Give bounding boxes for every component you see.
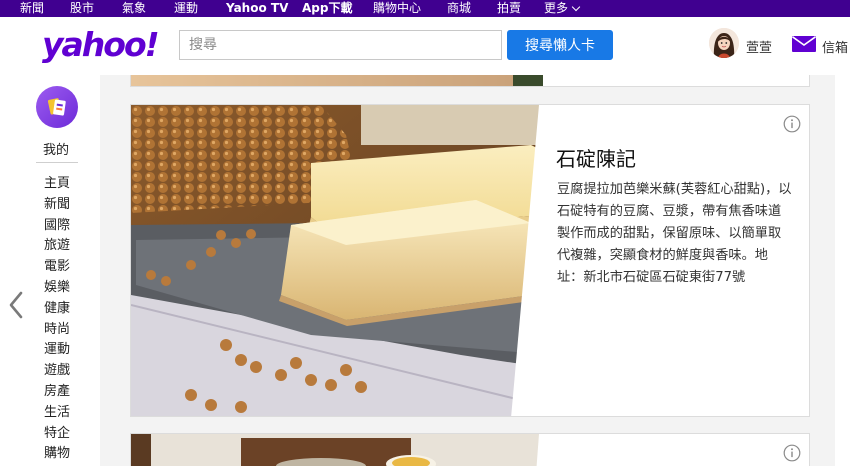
avatar-illustration-icon [709, 28, 739, 58]
nav-item-shopping-center[interactable]: 購物中心 [373, 0, 447, 17]
nav-item-news[interactable]: 新聞 [20, 0, 70, 17]
sidebar-item-entertainment[interactable]: 娛樂 [44, 278, 70, 299]
sidebar-categories: 主頁 新聞 國際 旅遊 電影 娛樂 健康 時尚 運動 遊戲 房產 生活 特企 購… [44, 174, 70, 465]
sidebar-item-sports[interactable]: 運動 [44, 340, 70, 361]
info-icon[interactable] [783, 115, 801, 133]
yahoo-logo[interactable]: yahoo! [42, 25, 160, 64]
sidebar-item-news[interactable]: 新聞 [44, 195, 70, 216]
mail-icon[interactable] [792, 36, 816, 52]
sidebar-item-international[interactable]: 國際 [44, 216, 70, 237]
sidebar-item-fashion[interactable]: 時尚 [44, 320, 70, 341]
chevron-down-icon [571, 2, 581, 12]
sidebar-item-movies[interactable]: 電影 [44, 257, 70, 278]
card-feed: 石碇陳記 豆腐提拉加芭樂米蘇(芙蓉紅心甜點)，以石碇特有的豆腐、豆漿，帶有焦香味… [100, 75, 835, 466]
nav-item-auction[interactable]: 拍賣 [497, 0, 544, 17]
cards-icon [47, 98, 66, 116]
sidebar-item-real-estate[interactable]: 房產 [44, 382, 70, 403]
sidebar-item-lifestyle[interactable]: 生活 [44, 403, 70, 424]
nav-item-weather[interactable]: 氣象 [122, 0, 174, 17]
search-button[interactable]: 搜尋懶人卡 [507, 30, 613, 60]
sidebar-item-games[interactable]: 遊戲 [44, 361, 70, 382]
my-label[interactable]: 我的 [43, 139, 69, 158]
avatar[interactable] [709, 28, 739, 58]
nav-item-more-wrap[interactable]: 更多 [544, 0, 581, 17]
sidebar-item-travel[interactable]: 旅遊 [44, 236, 70, 257]
top-nav: 新聞 股市 氣象 運動 Yahoo TV App下載 購物中心 商城 拍賣 更多 [0, 0, 850, 17]
nav-item-mall[interactable]: 商城 [447, 0, 497, 17]
sidebar-item-health[interactable]: 健康 [44, 299, 70, 320]
sidebar: 我的 主頁 新聞 國際 旅遊 電影 娛樂 健康 時尚 運動 遊戲 房產 生活 特… [0, 75, 100, 466]
mail-label[interactable]: 信箱 [822, 37, 848, 56]
search-input[interactable] [179, 30, 502, 60]
content-card[interactable]: 石碇陳記 豆腐提拉加芭樂米蘇(芙蓉紅心甜點)，以石碇特有的豆腐、豆漿，帶有焦香味… [130, 104, 810, 417]
sidebar-item-special[interactable]: 特企 [44, 424, 70, 445]
header: yahoo! 搜尋懶人卡 萱萱 信箱 [0, 17, 850, 75]
previous-card-image-edge [513, 75, 543, 86]
nav-item-yahoo-tv[interactable]: Yahoo TV [226, 0, 302, 17]
card-image [131, 105, 541, 416]
my-stuff-button[interactable] [36, 86, 78, 128]
username[interactable]: 萱萱 [746, 37, 772, 56]
nav-item-sports[interactable]: 運動 [174, 0, 226, 17]
nav-item-more: 更多 [544, 1, 569, 15]
sidebar-item-shopping[interactable]: 購物 [44, 444, 70, 465]
sidebar-divider [36, 162, 78, 163]
next-card[interactable] [130, 433, 810, 466]
nav-item-app-download[interactable]: App下載 [302, 0, 373, 17]
card-title: 石碇陳記 [556, 147, 636, 171]
next-card-image [131, 434, 541, 466]
nav-item-stocks[interactable]: 股市 [70, 0, 122, 17]
previous-card[interactable] [130, 75, 810, 87]
sidebar-item-home[interactable]: 主頁 [44, 174, 70, 195]
info-icon[interactable] [783, 444, 801, 462]
chevron-left-icon[interactable] [9, 291, 23, 319]
card-description: 豆腐提拉加芭樂米蘇(芙蓉紅心甜點)，以石碇特有的豆腐、豆漿，帶有焦香味道製作而成… [557, 182, 792, 285]
previous-card-image [131, 75, 513, 86]
right-gutter [835, 75, 850, 466]
